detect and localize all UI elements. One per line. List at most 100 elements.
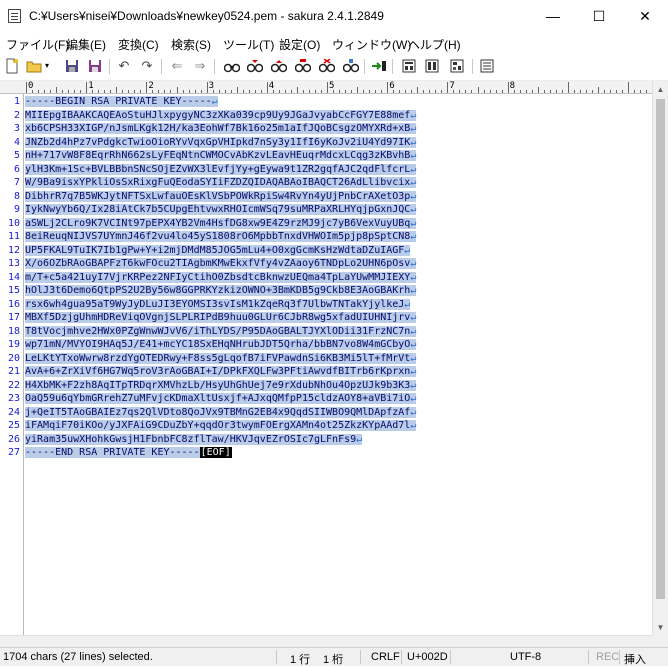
text-line[interactable]: IykNwyYb6Q/Ix28iAtCk7b5CUpgEhtvwxRHOIcmW…: [25, 203, 417, 216]
text-line[interactable]: ylH3Km+1Sc+BVLBBbnSNcSOjEZvWX3lEvfjYy+gE…: [25, 163, 417, 176]
settings-icon[interactable]: [400, 57, 418, 75]
newline-marker-icon: ↵: [410, 258, 417, 269]
menu-convert[interactable]: 変換(C): [118, 36, 159, 53]
text-line[interactable]: hOlJ3t6Demo6QtpPS2U2By56w8GGPRKYzkizOWNO…: [25, 284, 417, 297]
line-number: 26: [7, 433, 20, 445]
text-line[interactable]: OaQ59u6qYbmGRrehZ7uMFvjcKDmaXltUsxjf+AJx…: [25, 392, 417, 405]
maximize-button[interactable]: ☐: [576, 0, 622, 32]
text-line[interactable]: T8tVocjmhve2HWx0PZgWnwWJvV6/iThLYDS/P95D…: [25, 325, 417, 338]
clear-mark-icon[interactable]: [318, 57, 336, 75]
toolbar-separator: [161, 59, 162, 74]
menu-search[interactable]: 検索(S): [171, 36, 211, 53]
ruler-tick: [363, 90, 365, 93]
ruler-tick: [495, 90, 497, 93]
eof-marker: [EOF]: [199, 447, 232, 458]
ruler-tick: [381, 90, 383, 93]
close-button[interactable]: ✕: [622, 0, 668, 32]
text-line[interactable]: MIIEpgIBAAKCAQEAoStuHJlxpygyNC3zXKa039cp…: [25, 109, 417, 122]
newline-type[interactable]: CRLF: [371, 651, 400, 663]
ruler-tick: [122, 90, 124, 93]
line-number: 3: [13, 123, 20, 134]
ruler-tick: [567, 82, 569, 93]
text-line[interactable]: yiRam35uwXHohkGwsjH1FbnbFC8zflTaw/HKVJqv…: [25, 433, 363, 446]
open-file-icon[interactable]: [25, 57, 43, 75]
search-next-icon[interactable]: [270, 57, 288, 75]
ruler-tick: [248, 90, 250, 93]
chevron-down-icon[interactable]: ▾: [42, 57, 52, 75]
text-line[interactable]: xb6CPSH33XIGP/nJsmLKgk12H/ka3EohWf7Bk16o…: [25, 122, 417, 135]
selected-text: -----BEGIN RSA PRIVATE KEY-----: [25, 96, 212, 107]
encoding[interactable]: UTF-8: [510, 651, 541, 663]
text-line[interactable]: AvA+6+ZrXiVf6HG7Wq5roV3rAoGBAI+I/DPkFXQL…: [25, 365, 417, 378]
text-line[interactable]: H4XbMK+F2zh8AqITpTRDqrXMVhzLb/HsyUhGhUej…: [25, 379, 417, 392]
search-icon[interactable]: [223, 57, 241, 75]
text-line[interactable]: wp71mN/MVYOI9HAq5J/E41+mcYC18SxEHqNHrubJ…: [25, 338, 417, 351]
menu-file[interactable]: ファイル(F): [6, 36, 69, 53]
newline-marker-icon: ↵: [356, 433, 363, 445]
vertical-scrollbar[interactable]: ▲ ▼: [652, 81, 668, 635]
ruler-tick: [621, 90, 623, 93]
grep-icon[interactable]: [342, 57, 360, 75]
outline-icon[interactable]: [370, 57, 388, 75]
minimize-button[interactable]: —: [530, 0, 576, 32]
selected-text: iFAMqiF70iKOo/yJXFAiG9CDuZbY+qqdOr3twymF…: [25, 420, 411, 431]
save-icon[interactable]: [63, 57, 81, 75]
text-line[interactable]: j+QeIT5TAoGBAIEz7qs2QlVDto8QoJVx9TBMnG2E…: [25, 406, 417, 419]
menu-help[interactable]: ヘルプ(H): [408, 36, 461, 53]
text-line[interactable]: DibhrR7q7B5WKJytNFTSxLwfauOEsKlVSbPOWkRp…: [25, 190, 417, 203]
text-line[interactable]: nH+717vW8F8EqrRhN662sLyFEqNtnCWMOCvAbKzv…: [25, 149, 417, 162]
menu-edit[interactable]: 編集(E): [66, 36, 106, 53]
jump-forward-icon[interactable]: ⇒: [191, 57, 209, 75]
ruler-tick: [218, 90, 220, 93]
undo-icon[interactable]: ↶: [115, 57, 133, 75]
search-prev-icon[interactable]: [246, 57, 264, 75]
editor-text-area[interactable]: -----BEGIN RSA PRIVATE KEY-----↵ MIIEpgIB…: [24, 94, 652, 635]
text-line[interactable]: W/9Ba9isxYPkliOsSxRixgFuQEodaSYIiFZDZQID…: [25, 176, 417, 189]
text-line[interactable]: LeLKtYTxoWwrw8rzdYgOTEDRwy+F8ss5gLqofB7i…: [25, 352, 417, 365]
font-icon[interactable]: [423, 57, 441, 75]
text-line[interactable]: aSWLj2CLro9K7VCINt97pEPX4YB2Vm4HsfDG8xw9…: [25, 217, 417, 230]
replace-icon[interactable]: [294, 57, 312, 75]
ruler-tick: [399, 90, 401, 93]
ruler-tick: [278, 90, 280, 93]
ruler-tick: [290, 90, 292, 93]
menu-window[interactable]: ウィンドウ(W): [332, 36, 411, 53]
print-preview-icon[interactable]: [448, 57, 466, 75]
text-line[interactable]: -----BEGIN RSA PRIVATE KEY-----↵: [25, 95, 218, 108]
vertical-scroll-thumb[interactable]: [656, 99, 665, 599]
ruler-tick: [603, 90, 605, 93]
ruler-tick: [447, 82, 449, 93]
text-line[interactable]: X/o6OZbRAoGBAPFzT6kwFOcu2TIAgbmKMwEkxfVf…: [25, 257, 417, 270]
text-line[interactable]: m/T+c5a421uyI7VjrKRPez2NFIyCtihO0ZbsdtcB…: [25, 271, 417, 284]
menu-settings[interactable]: 設定(O): [279, 36, 320, 53]
selected-text: rsx6wh4gua95aT9WyJyDLuJI3EYOMSI3svIsM1kZ…: [25, 298, 405, 310]
text-line[interactable]: -----END RSA PRIVATE KEY-----[EOF]: [25, 446, 232, 459]
status-separator: [450, 650, 451, 664]
text-line[interactable]: JNZb2d4hPz7vPdgkcTwioOioRYvVqxGpVHIpkd7n…: [25, 136, 417, 149]
redo-icon[interactable]: ↷: [138, 57, 156, 75]
save-as-icon[interactable]: [86, 57, 104, 75]
text-line[interactable]: iFAMqiF70iKOo/yJXFAiG9CDuZbY+qqdOr3twymF…: [25, 419, 417, 432]
new-file-icon[interactable]: [3, 57, 21, 75]
window-list-icon[interactable]: [478, 57, 496, 75]
selected-text: AvA+6+ZrXiVf6HG7Wq5roV3rAoGBAI+I/DPkFXQL…: [25, 366, 411, 377]
selected-text: 8eiReuqNIJVS7UYmnJ46f2vu4lo45yS1808rO6Mp…: [25, 231, 411, 242]
line-number: 5: [13, 150, 20, 161]
text-line[interactable]: UP5FKAL9TuIK7Ib1gPw+Y+i2mjDMdM85JOG5mLu4…: [25, 244, 411, 257]
menu-tools[interactable]: ツール(T): [223, 36, 274, 53]
ruler-tick: [68, 90, 70, 93]
scroll-down-icon[interactable]: ▼: [653, 619, 668, 635]
text-line[interactable]: MBXf5DzjgUhmHDReViqOVgnjSLPLRIPdB9huu0GL…: [25, 311, 417, 324]
scroll-up-icon[interactable]: ▲: [653, 81, 668, 97]
ruler-tick: [585, 90, 587, 93]
selected-text: xb6CPSH33XIGP/nJsmLKgk12H/ka3EohWf7Bk16o…: [25, 123, 411, 134]
text-line[interactable]: rsx6wh4gua95aT9WyJyDLuJI3EYOMSI3svIsM1kZ…: [25, 298, 411, 311]
ruler-tick: [429, 90, 431, 93]
ruler-tick: [345, 90, 347, 93]
text-line[interactable]: 8eiReuqNIJVS7UYmnJ46f2vu4lo45yS1808rO6Mp…: [25, 230, 417, 243]
ruler-tick: [242, 90, 244, 93]
line-number: 14: [7, 271, 20, 283]
jump-back-icon[interactable]: ⇐: [168, 57, 186, 75]
ruler-tick: [56, 87, 58, 93]
ruler-tick: [128, 90, 130, 93]
